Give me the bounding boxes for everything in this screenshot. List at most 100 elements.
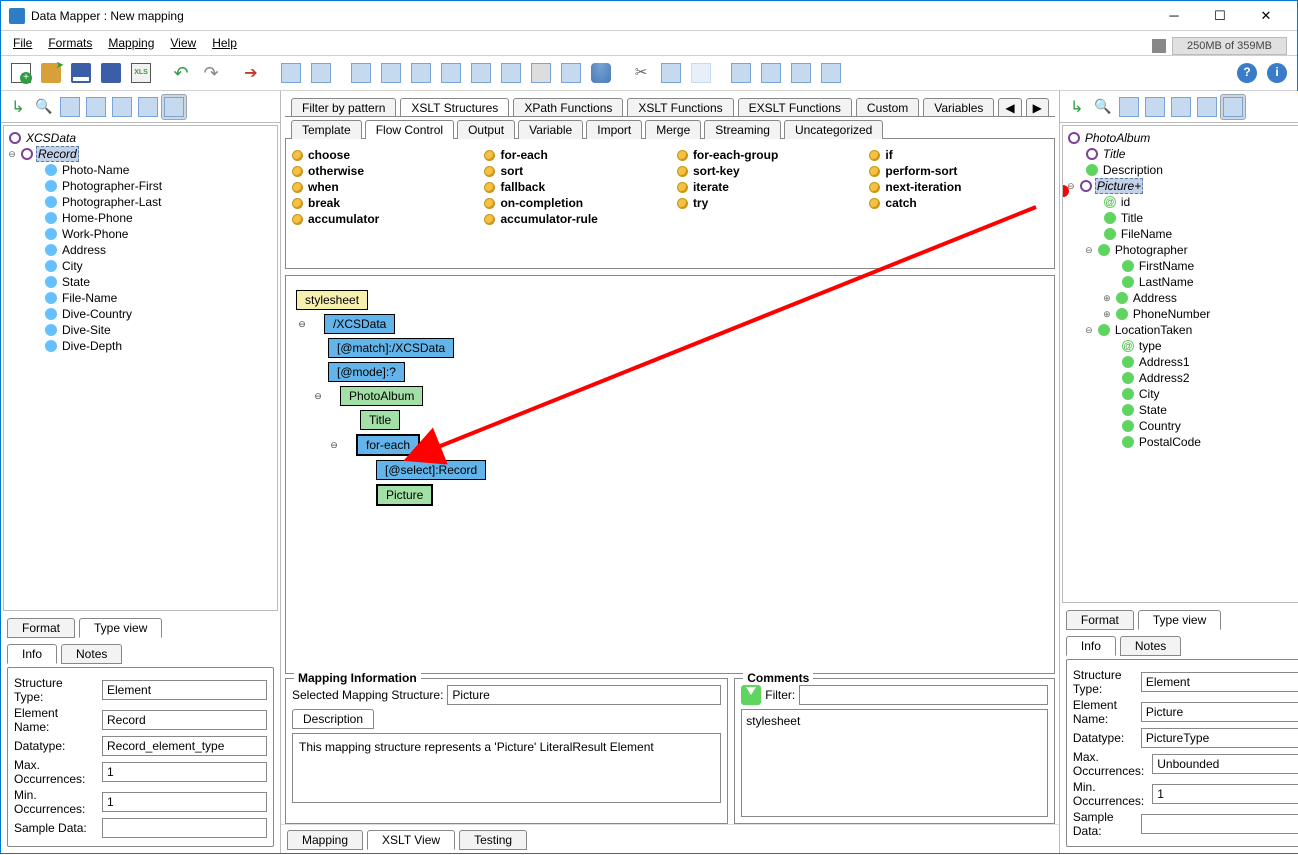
tree-id[interactable]: id [1119,195,1132,209]
tree-a2[interactable]: Address2 [1137,371,1192,385]
tab-exslt-functions[interactable]: EXSLT Functions [738,98,852,117]
tree-country[interactable]: Country [1137,419,1183,433]
func-next-iteration[interactable]: next-iteration [869,179,1047,195]
node-photoalbum[interactable]: PhotoAlbum [340,386,423,406]
tree-pic-title[interactable]: Title [1119,211,1145,225]
left-edit-icon[interactable] [135,94,161,120]
xml-button[interactable] [437,59,465,87]
save2-button[interactable] [467,59,495,87]
node-picture[interactable]: Picture [376,484,433,506]
maxocc-field[interactable] [1152,754,1298,774]
add-button[interactable] [757,59,785,87]
tree-item[interactable]: Dive-Site [60,323,113,337]
tree-item[interactable]: File-Name [60,291,119,305]
tab-typeview[interactable]: Type view [79,618,162,638]
tree-photographer[interactable]: Photographer [1113,243,1190,257]
tree-item[interactable]: Dive-Depth [60,339,124,353]
right-tree-icon[interactable] [1220,94,1246,120]
tab-format[interactable]: Format [7,618,75,638]
left-tree-icon[interactable] [161,94,187,120]
node-stylesheet[interactable]: stylesheet [296,290,368,310]
tab-info[interactable]: Info [1066,636,1116,656]
func-for-each-group[interactable]: for-each-group [677,147,855,163]
tree-item[interactable]: Dive-Country [60,307,134,321]
left-find-icon[interactable] [109,94,135,120]
tree-location[interactable]: LocationTaken [1113,323,1194,337]
tree-item[interactable]: Photographer-Last [60,195,163,209]
right-search-icon[interactable]: 🔍 [1090,94,1116,120]
tab-description[interactable]: Description [292,709,374,729]
right-edit-icon[interactable] [1194,94,1220,120]
node-mode[interactable]: [@mode]:? [328,362,405,382]
toggle-icon[interactable]: ⊖ [6,149,18,160]
remove-button[interactable] [787,59,815,87]
info-button[interactable] [347,59,375,87]
subtab-flowcontrol[interactable]: Flow Control [365,120,454,139]
func-break[interactable]: break [292,195,470,211]
db-in-button[interactable] [277,59,305,87]
list1-button[interactable] [407,59,435,87]
about-button[interactable]: i [1263,59,1291,87]
func-sort[interactable]: sort [484,163,662,179]
element-name-field[interactable] [1141,702,1298,722]
structure-type-field[interactable] [1141,672,1298,692]
subtab-streaming[interactable]: Streaming [704,120,781,139]
structure-type-field[interactable] [102,680,267,700]
layers-button[interactable] [557,59,585,87]
maximize-button[interactable]: ☐ [1197,1,1243,31]
filter-input[interactable] [799,685,1048,705]
tree-a1[interactable]: Address1 [1137,355,1192,369]
sampledata-field[interactable] [102,818,267,838]
tab-xslt-view[interactable]: XSLT View [367,830,455,850]
exit-button[interactable]: ➔ [237,59,265,87]
mapping-canvas[interactable]: stylesheet ⊖/XCSData [@match]:/XCSData [… [285,275,1055,674]
menu-formats[interactable]: Formats [40,36,100,50]
toggle-icon[interactable]: ⊖ [296,319,308,330]
tab-custom[interactable]: Custom [856,98,919,117]
tree-item[interactable]: Work-Phone [60,227,130,241]
minocc-field[interactable] [102,792,267,812]
tab-notes[interactable]: Notes [1120,636,1181,656]
maxocc-field[interactable] [102,762,267,782]
db-out-button[interactable] [307,59,335,87]
toggle-icon[interactable]: ⊕ [1101,309,1113,320]
selected-structure-field[interactable] [447,685,721,705]
left-expand-icon[interactable]: ↳ [5,94,31,120]
trash-icon[interactable] [1152,39,1166,53]
func-otherwise[interactable]: otherwise [292,163,470,179]
tree-firstname[interactable]: FirstName [1137,259,1196,273]
func-for-each[interactable]: for-each [484,147,662,163]
tree-item[interactable]: Home-Phone [60,211,135,225]
right-notes-icon[interactable] [1116,94,1142,120]
right-find-icon[interactable] [1168,94,1194,120]
func-accumulator-rule[interactable]: accumulator-rule [484,211,662,227]
at-button[interactable] [527,59,555,87]
func-choose[interactable]: choose [292,147,470,163]
func-try[interactable]: try [677,195,855,211]
filter-icon[interactable] [741,685,761,705]
tab-xpath-functions[interactable]: XPath Functions [513,98,623,117]
tree-item[interactable]: State [60,275,92,289]
menu-view[interactable]: View [162,36,204,50]
right-expand-icon[interactable]: ↳ [1064,94,1090,120]
tree-item[interactable]: City [60,259,85,273]
menu-file[interactable]: File [5,36,40,50]
element-name-field[interactable] [102,710,267,730]
node-foreach[interactable]: for-each [356,434,420,456]
func-accumulator[interactable]: accumulator [292,211,470,227]
tab-notes[interactable]: Notes [61,644,122,664]
tree-postal[interactable]: PostalCode [1137,435,1203,449]
func-if[interactable]: if [869,147,1047,163]
left-list-icon[interactable] [83,94,109,120]
func-iterate[interactable]: iterate [677,179,855,195]
tree-city[interactable]: City [1137,387,1162,401]
func-sort-key[interactable]: sort-key [677,163,855,179]
toggle-icon[interactable]: ⊖ [1083,245,1095,256]
tree-picture[interactable]: Picture+ [1095,178,1143,194]
db-button[interactable] [587,59,615,87]
tree-title[interactable]: Title [1101,147,1128,161]
tab-mapping[interactable]: Mapping [287,830,363,850]
left-search-icon[interactable]: 🔍 [31,94,57,120]
subtab-variable[interactable]: Variable [518,120,583,139]
help-button[interactable]: ? [1233,59,1261,87]
